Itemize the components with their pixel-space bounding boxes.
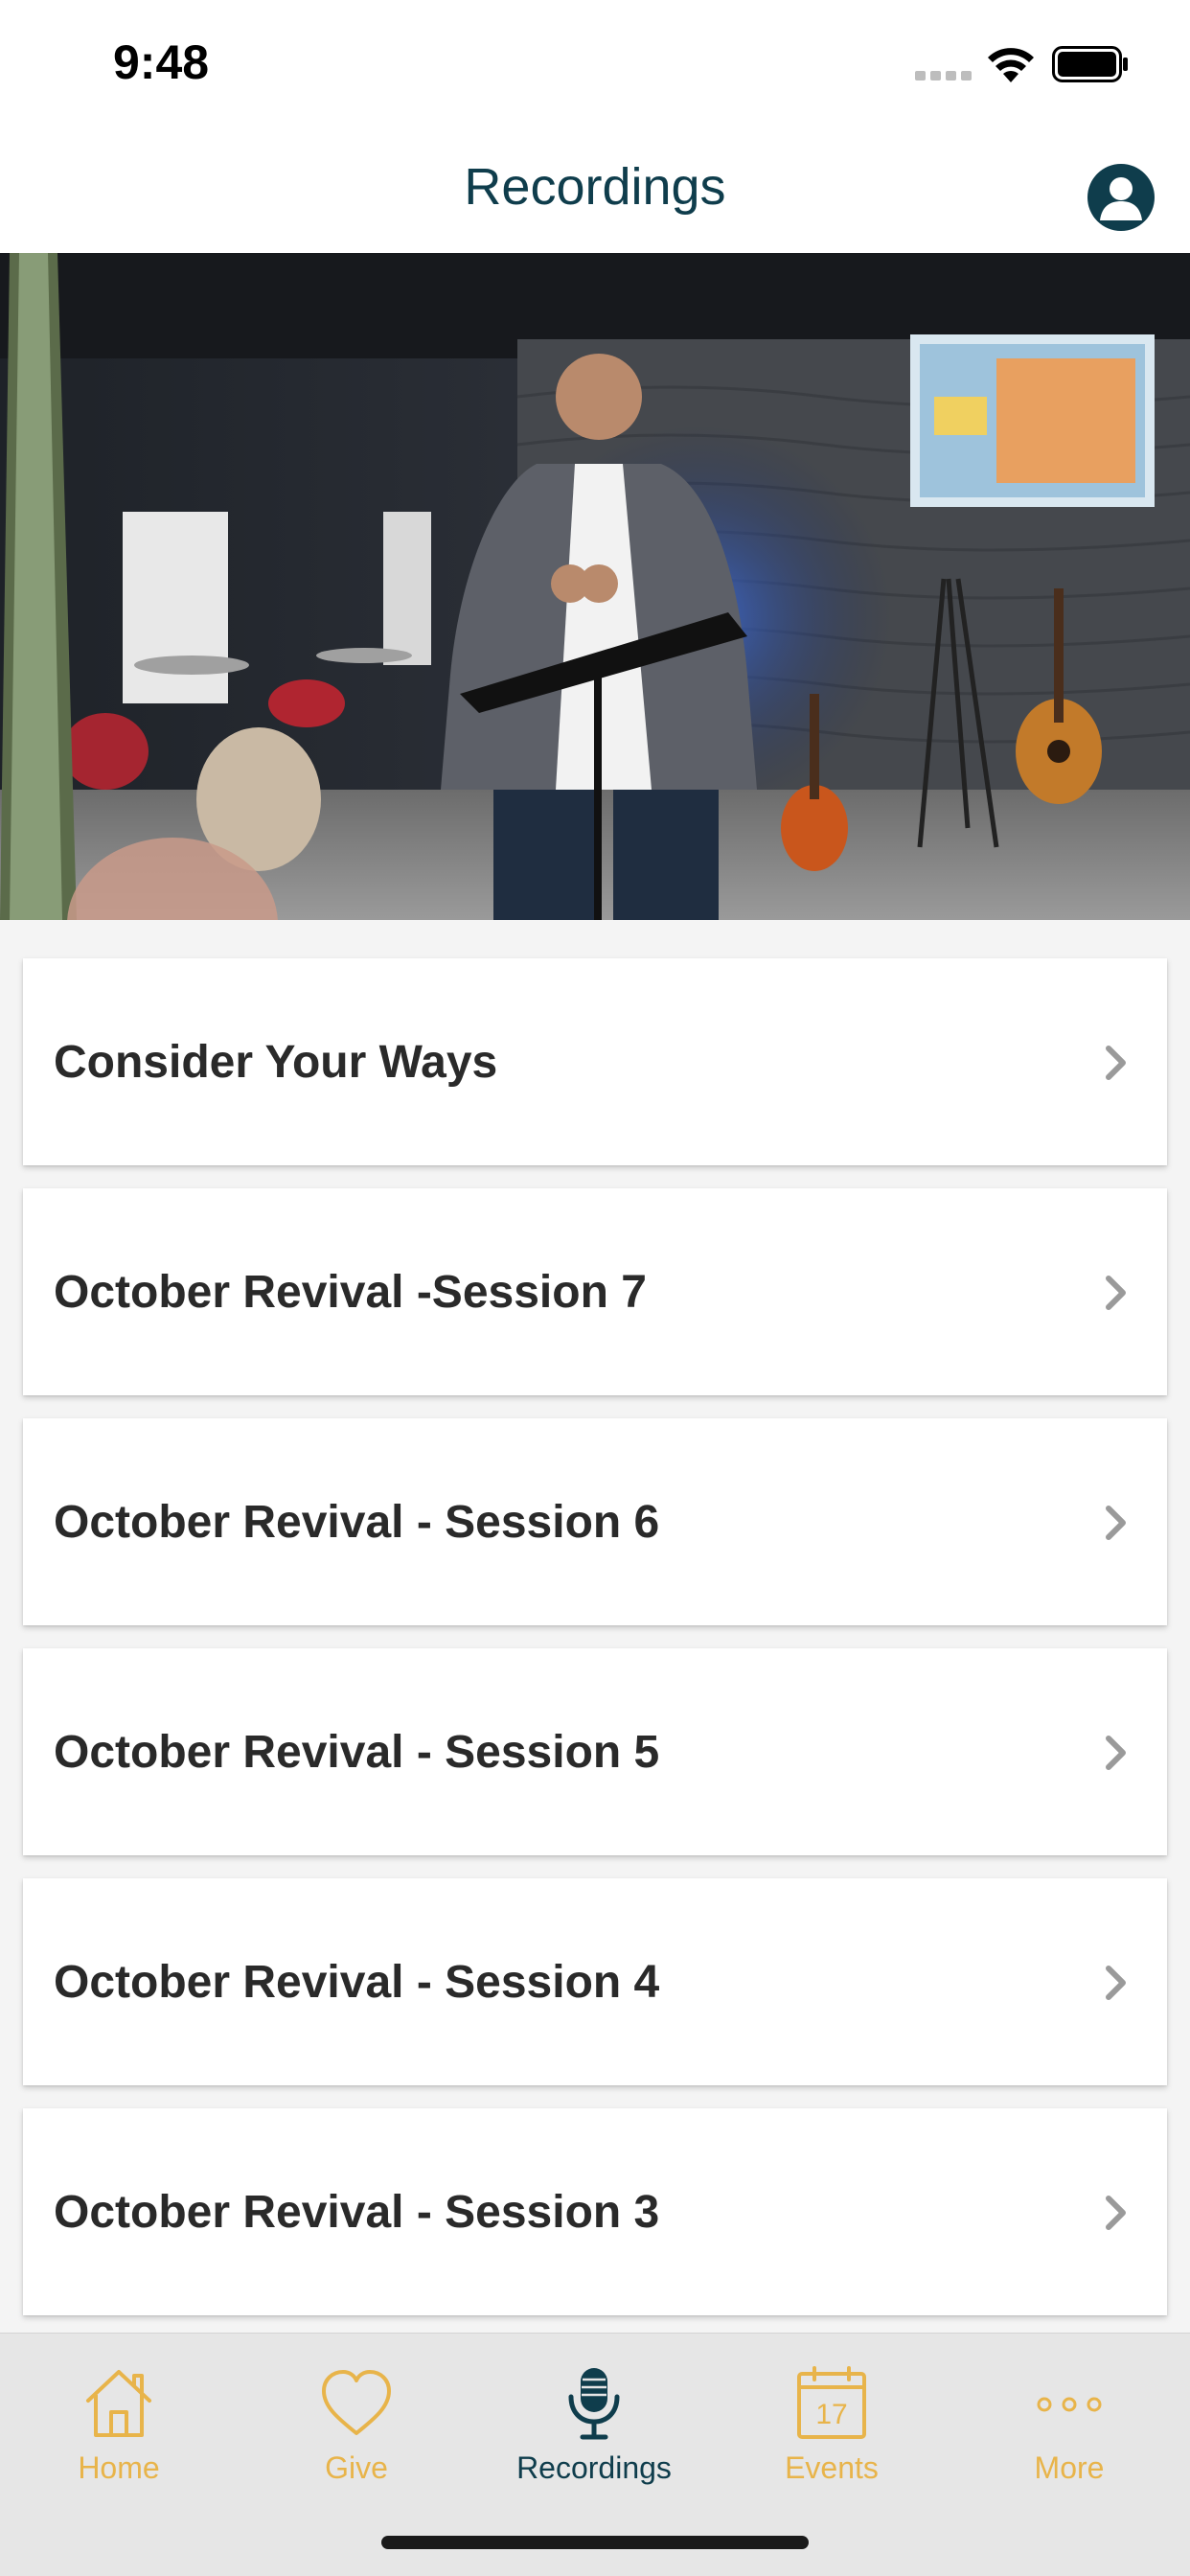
chevron-right-icon: [1106, 1736, 1126, 1770]
hero-image: [0, 253, 1190, 920]
cellular-signal-icon: [915, 71, 972, 80]
ellipsis-icon: [1037, 2397, 1102, 2412]
wifi-icon: [988, 48, 1034, 82]
home-indicator[interactable]: [381, 2536, 809, 2549]
recording-title: October Revival - Session 3: [54, 2186, 660, 2238]
tab-recordings[interactable]: Recordings: [475, 2353, 713, 2516]
recording-title: October Revival - Session 5: [54, 1726, 660, 1778]
recording-title: October Revival - Session 4: [54, 1956, 660, 2008]
microphone-icon: [568, 2368, 620, 2440]
chevron-right-icon: [1106, 1966, 1126, 2000]
list-item[interactable]: October Revival -Session 7: [23, 1188, 1167, 1395]
list-item[interactable]: Consider Your Ways: [23, 958, 1167, 1165]
recording-title: Consider Your Ways: [54, 1036, 498, 1088]
status-time: 9:48: [113, 35, 210, 89]
list-item[interactable]: October Revival - Session 6: [23, 1418, 1167, 1625]
tab-label: More: [1034, 2450, 1105, 2485]
chevron-right-icon: [1106, 1046, 1126, 1080]
recording-title: October Revival - Session 6: [54, 1496, 660, 1548]
list-item[interactable]: October Revival - Session 5: [23, 1648, 1167, 1855]
tab-more[interactable]: More: [950, 2353, 1188, 2516]
calendar-day: 17: [815, 2399, 847, 2430]
tab-label: Events: [785, 2450, 879, 2485]
chevron-right-icon: [1106, 2196, 1126, 2230]
status-bar: 9:48: [0, 0, 1190, 134]
tab-label: Recordings: [516, 2450, 672, 2485]
heart-icon: [322, 2370, 391, 2435]
battery-icon: [1052, 46, 1128, 82]
navigation-bar: Recordings: [0, 134, 1190, 253]
list-item[interactable]: October Revival - Session 3: [23, 2108, 1167, 2315]
recordings-list: Consider Your Ways October Revival -Sess…: [23, 958, 1167, 2338]
page-title: Recordings: [464, 158, 726, 216]
person-circle-icon[interactable]: [1087, 163, 1156, 232]
tab-label: Home: [78, 2450, 160, 2485]
sermon-photo: [0, 253, 1190, 920]
calendar-icon: 17: [797, 2366, 866, 2439]
tab-give[interactable]: Give: [238, 2353, 475, 2516]
tab-home[interactable]: Home: [0, 2353, 238, 2516]
list-item[interactable]: October Revival - Session 4: [23, 1878, 1167, 2085]
tab-label: Give: [325, 2450, 388, 2485]
house-icon: [86, 2370, 151, 2437]
recording-title: October Revival -Session 7: [54, 1266, 647, 1318]
chevron-right-icon: [1106, 1506, 1126, 1540]
tab-events[interactable]: 17 Events: [713, 2353, 950, 2516]
chevron-right-icon: [1106, 1276, 1126, 1310]
